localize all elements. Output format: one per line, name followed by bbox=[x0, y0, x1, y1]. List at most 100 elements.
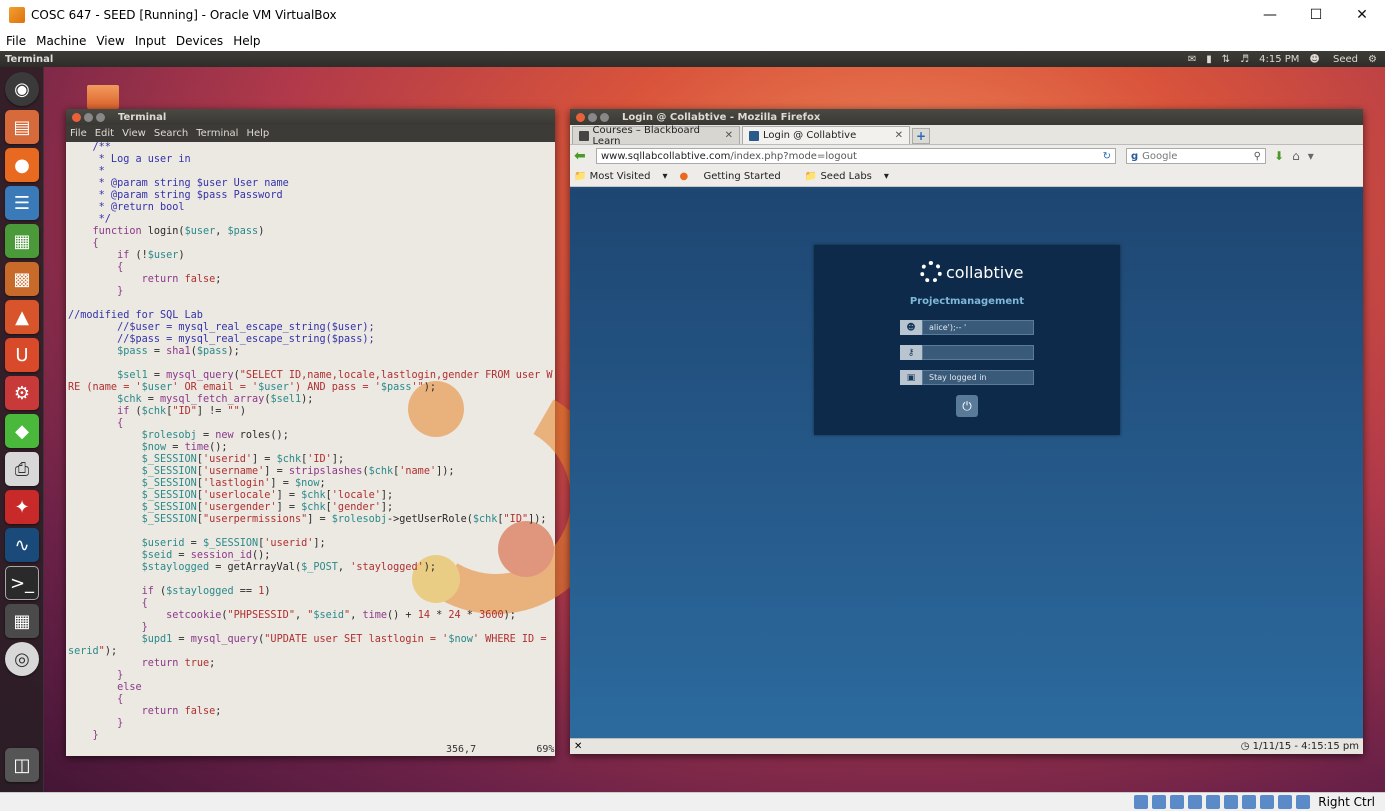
new-tab-button[interactable]: + bbox=[912, 128, 930, 144]
tab-close-icon[interactable]: ✕ bbox=[725, 130, 733, 141]
password-field[interactable]: ⚷ bbox=[900, 345, 1034, 360]
display-icon[interactable] bbox=[1242, 795, 1257, 809]
menu-view[interactable]: View bbox=[96, 34, 124, 48]
active-app-label: Terminal bbox=[5, 53, 54, 65]
menu-machine[interactable]: Machine bbox=[36, 34, 86, 48]
url-bar[interactable]: www.sqllabcollabtive.com/index.php?mode=… bbox=[596, 148, 1116, 164]
login-subtitle: Projectmanagement bbox=[909, 296, 1025, 307]
window-title: COSC 647 - SEED [Running] - Oracle VM Vi… bbox=[31, 8, 337, 22]
calc-icon[interactable]: ▦ bbox=[5, 224, 39, 258]
bookmark-most-visited[interactable]: 📁 Most Visited ▾ bbox=[574, 171, 668, 182]
close-icon[interactable] bbox=[72, 112, 81, 122]
term-menu-edit[interactable]: Edit bbox=[95, 128, 114, 139]
bookmark-seed-labs[interactable]: 📁 Seed Labs ▾ bbox=[805, 171, 889, 182]
battery-icon[interactable]: ▮ bbox=[1206, 54, 1212, 65]
search-box[interactable]: g Google ⚲ bbox=[1126, 148, 1266, 164]
unity-launcher: ◉ ▤ ● ☰ ▦ ▩ ▲ U ⚙ ◆ ⎙ ✦ ∿ >_ ▦ ◎ ◫ bbox=[0, 67, 44, 792]
minimize-icon[interactable] bbox=[588, 112, 597, 122]
search-icon[interactable]: ⚲ bbox=[1254, 151, 1261, 162]
minimize-icon[interactable] bbox=[84, 112, 93, 122]
term-menu-view[interactable]: View bbox=[122, 128, 146, 139]
maximize-button[interactable]: ☐ bbox=[1293, 0, 1339, 30]
maximize-icon[interactable] bbox=[600, 112, 609, 122]
menu-icon[interactable]: ▾ bbox=[1308, 149, 1314, 163]
mouse-integration-icon[interactable] bbox=[1296, 795, 1311, 809]
tab-close-icon[interactable]: ✕ bbox=[895, 130, 903, 141]
tab-strip: Courses – Blackboard Learn ✕ Login @ Coll… bbox=[570, 125, 1363, 147]
files-icon[interactable]: ▤ bbox=[5, 110, 39, 144]
vbox-title-bar: COSC 647 - SEED [Running] - Oracle VM Vi… bbox=[0, 0, 1385, 30]
download-icon[interactable]: ⬇ bbox=[1274, 149, 1284, 163]
ubuntu-one-icon[interactable]: U bbox=[5, 338, 39, 372]
term-menu-search[interactable]: Search bbox=[154, 128, 188, 139]
cpu-icon[interactable] bbox=[1278, 795, 1293, 809]
optical-drive-icon[interactable] bbox=[1152, 795, 1167, 809]
dash-home-icon[interactable]: ◉ bbox=[5, 72, 39, 106]
audio-icon[interactable] bbox=[1170, 795, 1185, 809]
page-content: collabtive Projectmanagement ☻ alice');-… bbox=[570, 189, 1363, 738]
menu-help[interactable]: Help bbox=[233, 34, 260, 48]
bookmark-label: Most Visited bbox=[589, 171, 651, 182]
user-icon: ☻ bbox=[900, 320, 922, 335]
vim-source-code[interactable]: /** * Log a user in * * @param string $u… bbox=[68, 142, 553, 742]
network-icon[interactable]: ⇅ bbox=[1222, 54, 1230, 65]
tab-blackboard[interactable]: Courses – Blackboard Learn ✕ bbox=[572, 125, 740, 147]
gear-icon bbox=[920, 261, 942, 283]
close-button[interactable]: ✕ bbox=[1339, 0, 1385, 30]
username-field[interactable]: ☻ alice');-- ' bbox=[900, 320, 1034, 335]
trash-icon[interactable]: ◫ bbox=[5, 748, 39, 782]
tab-collabtive[interactable]: Login @ Collabtive ✕ bbox=[742, 126, 910, 144]
username-input[interactable]: alice');-- ' bbox=[922, 320, 1034, 335]
wireshark-icon[interactable]: ∿ bbox=[5, 528, 39, 562]
bookmark-getting-started[interactable]: ● Getting Started bbox=[680, 171, 793, 182]
software-center-icon[interactable]: ▲ bbox=[5, 300, 39, 334]
term-menu-file[interactable]: File bbox=[70, 128, 87, 139]
user-menu[interactable]: ☻ Seed bbox=[1309, 54, 1358, 65]
firefox-icon: ● bbox=[679, 171, 689, 182]
recording-icon[interactable] bbox=[1260, 795, 1275, 809]
minimize-button[interactable]: — bbox=[1247, 0, 1293, 30]
terminal-menu-bar: File Edit View Search Terminal Help bbox=[66, 125, 555, 142]
search-placeholder: Google bbox=[1142, 150, 1178, 162]
login-button[interactable]: ⏻ bbox=[956, 395, 978, 417]
back-arrow-icon[interactable]: ⬅ bbox=[574, 148, 590, 164]
term-menu-terminal[interactable]: Terminal bbox=[196, 128, 238, 139]
disc-icon[interactable]: ◎ bbox=[5, 642, 39, 676]
close-icon[interactable] bbox=[576, 112, 585, 122]
password-input[interactable] bbox=[922, 345, 1034, 360]
stay-logged-in-label[interactable]: Stay logged in bbox=[922, 370, 1034, 385]
shared-folders-icon[interactable] bbox=[1224, 795, 1239, 809]
collabtive-logo: collabtive bbox=[920, 261, 1023, 283]
printer-icon[interactable]: ⎙ bbox=[5, 452, 39, 486]
close-icon[interactable]: ✕ bbox=[574, 741, 582, 752]
home-icon[interactable]: ⌂ bbox=[1292, 149, 1300, 163]
menu-input[interactable]: Input bbox=[135, 34, 166, 48]
writer-icon[interactable]: ☰ bbox=[5, 186, 39, 220]
maximize-icon[interactable] bbox=[96, 112, 105, 122]
terminal-icon[interactable]: >_ bbox=[5, 566, 39, 600]
firefox-title: Login @ Collabtive - Mozilla Firefox bbox=[622, 111, 821, 123]
settings-icon[interactable]: ⚙ bbox=[5, 376, 39, 410]
clock[interactable]: 4:15 PM bbox=[1259, 54, 1299, 65]
menu-file[interactable]: File bbox=[6, 34, 26, 48]
hard-disk-icon[interactable] bbox=[1134, 795, 1149, 809]
mail-icon[interactable]: ✉ bbox=[1188, 54, 1196, 65]
power-icon: ⏻ bbox=[962, 398, 972, 413]
vbox-menu-bar: File Machine View Input Devices Help bbox=[0, 30, 1385, 51]
volume-icon[interactable]: ♬ bbox=[1240, 54, 1249, 65]
workspace-switcher-icon[interactable]: ▦ bbox=[5, 604, 39, 638]
gear-icon[interactable]: ⚙ bbox=[1368, 54, 1377, 65]
edb-icon[interactable]: ✦ bbox=[5, 490, 39, 524]
desktop-folder-icon[interactable] bbox=[87, 85, 119, 109]
reload-icon[interactable]: ↻ bbox=[1103, 151, 1111, 162]
term-menu-help[interactable]: Help bbox=[246, 128, 269, 139]
stay-logged-in[interactable]: ▣ Stay logged in bbox=[900, 370, 1034, 385]
firefox-icon[interactable]: ● bbox=[5, 148, 39, 182]
impress-icon[interactable]: ▩ bbox=[5, 262, 39, 296]
url-path: /index.php?mode=logout bbox=[730, 150, 857, 162]
cubes-icon[interactable]: ◆ bbox=[5, 414, 39, 448]
menu-devices[interactable]: Devices bbox=[176, 34, 223, 48]
terminal-title: Terminal bbox=[118, 111, 167, 123]
usb-icon[interactable] bbox=[1206, 795, 1221, 809]
network-adapter-icon[interactable] bbox=[1188, 795, 1203, 809]
